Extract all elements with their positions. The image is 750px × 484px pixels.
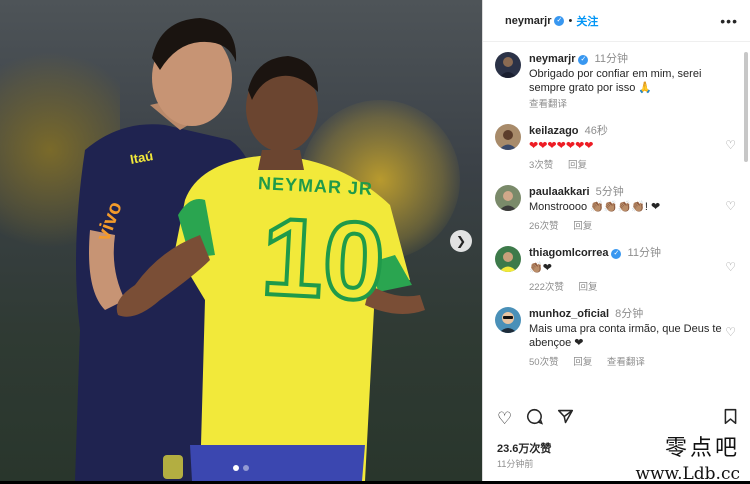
- verified-badge-icon: ✓: [611, 249, 622, 259]
- see-translation-link[interactable]: 查看翻译: [529, 99, 567, 110]
- verified-badge-icon: ✓: [578, 55, 589, 65]
- post-header: neymarjr ✓ • 关注 •••: [483, 0, 750, 42]
- comment-text: Monstroooo 👏🏽👏🏽👏🏽👏🏽! ❤: [529, 201, 661, 213]
- comment-item: munhoz_oficial 8分钟 Mais uma pra conta ir…: [483, 307, 742, 370]
- comment-time: 8分钟: [615, 308, 644, 320]
- carousel-next-button[interactable]: ❯: [450, 230, 472, 252]
- comment-username[interactable]: thiagomlcorrea: [529, 247, 608, 259]
- comment-username[interactable]: paulaakkari: [529, 186, 590, 198]
- like-comment-heart-icon[interactable]: ♡: [725, 138, 736, 152]
- verified-badge-icon: ✓: [554, 15, 565, 26]
- comment-item: paulaakkari 5分钟 Monstroooo 👏🏽👏🏽👏🏽👏🏽! ❤ 2…: [483, 185, 742, 234]
- avatar[interactable]: [495, 185, 521, 211]
- carousel-indicator: [0, 465, 482, 471]
- likes-count[interactable]: 23.6万次赞: [497, 440, 551, 456]
- like-heart-icon[interactable]: ♡: [497, 409, 512, 429]
- avatar[interactable]: [495, 307, 521, 333]
- post-details-panel: neymarjr ✓ • 关注 ••• neymarjr ✓ 11分钟 Obrig…: [482, 0, 750, 484]
- players-illustration: [75, 18, 425, 481]
- like-comment-heart-icon[interactable]: ♡: [725, 260, 736, 274]
- watermark-chinese: 零点吧: [664, 436, 740, 461]
- comment-time: 11分钟: [627, 247, 661, 259]
- carousel-dot: [233, 465, 239, 471]
- see-translation-link[interactable]: 查看翻译: [607, 357, 645, 368]
- comment-time: 5分钟: [595, 186, 624, 198]
- instagram-post: NEYMAR JR 10 Itaú vivo ❯ neymarjr ✓ • 关注…: [0, 0, 750, 484]
- reply-button[interactable]: 回复: [568, 160, 587, 171]
- comment-icon[interactable]: [526, 408, 544, 430]
- caption-text: Obrigado por confiar em mim, serei sempr…: [529, 68, 702, 94]
- share-send-icon[interactable]: [557, 408, 574, 430]
- comment-likes[interactable]: 50次赞: [529, 357, 559, 368]
- jersey-number: 10: [257, 193, 390, 326]
- like-comment-heart-icon[interactable]: ♡: [725, 199, 736, 213]
- avatar[interactable]: [495, 246, 521, 272]
- reply-button[interactable]: 回复: [579, 282, 598, 293]
- comments-list: neymarjr ✓ 11分钟 Obrigado por confiar em m…: [483, 42, 742, 394]
- comment-text: Mais uma pra conta irmão, que Deus te ab…: [529, 323, 722, 349]
- post-caption: neymarjr ✓ 11分钟 Obrigado por confiar em m…: [483, 52, 742, 112]
- site-watermark: 零点吧 www.Ldb.cc: [635, 430, 740, 484]
- post-actions: ♡: [497, 408, 738, 430]
- like-comment-heart-icon[interactable]: ♡: [725, 325, 736, 339]
- reply-button[interactable]: 回复: [573, 221, 592, 232]
- bookmark-icon[interactable]: [723, 408, 738, 430]
- caption-username[interactable]: neymarjr: [529, 53, 575, 65]
- watermark-url: www.Ldb.cc: [635, 464, 740, 484]
- comment-likes[interactable]: 3次赞: [529, 160, 553, 171]
- header-separator: •: [568, 14, 573, 27]
- comment-username[interactable]: munhoz_oficial: [529, 308, 609, 320]
- comment-likes[interactable]: 222次赞: [529, 282, 564, 293]
- comments-scrollbar[interactable]: [744, 52, 748, 162]
- comment-text: ❤❤❤❤❤❤❤: [529, 140, 594, 152]
- avatar[interactable]: [495, 124, 521, 150]
- caption-time: 11分钟: [594, 53, 628, 65]
- comment-item: keilazago 46秒 ❤❤❤❤❤❤❤ 3次赞 回复 ♡: [483, 124, 742, 173]
- follow-button[interactable]: 关注: [576, 13, 598, 29]
- comment-username[interactable]: keilazago: [529, 125, 579, 137]
- reply-button[interactable]: 回复: [573, 357, 592, 368]
- comment-time: 46秒: [584, 125, 608, 137]
- header-username[interactable]: neymarjr: [505, 15, 551, 27]
- carousel-dot: [243, 465, 249, 471]
- post-timestamp: 11分钟前: [497, 459, 534, 469]
- comment-item: thiagomlcorrea ✓ 11分钟 👏🏽❤ 222次赞 回复 ♡: [483, 246, 742, 295]
- more-horizontal-icon[interactable]: •••: [720, 13, 738, 29]
- comment-text: 👏🏽❤: [529, 262, 552, 274]
- comment-likes[interactable]: 26次赞: [529, 221, 559, 232]
- post-photo[interactable]: NEYMAR JR 10 Itaú vivo ❯: [0, 0, 482, 481]
- chevron-right-icon: ❯: [455, 234, 467, 248]
- avatar[interactable]: [495, 52, 521, 78]
